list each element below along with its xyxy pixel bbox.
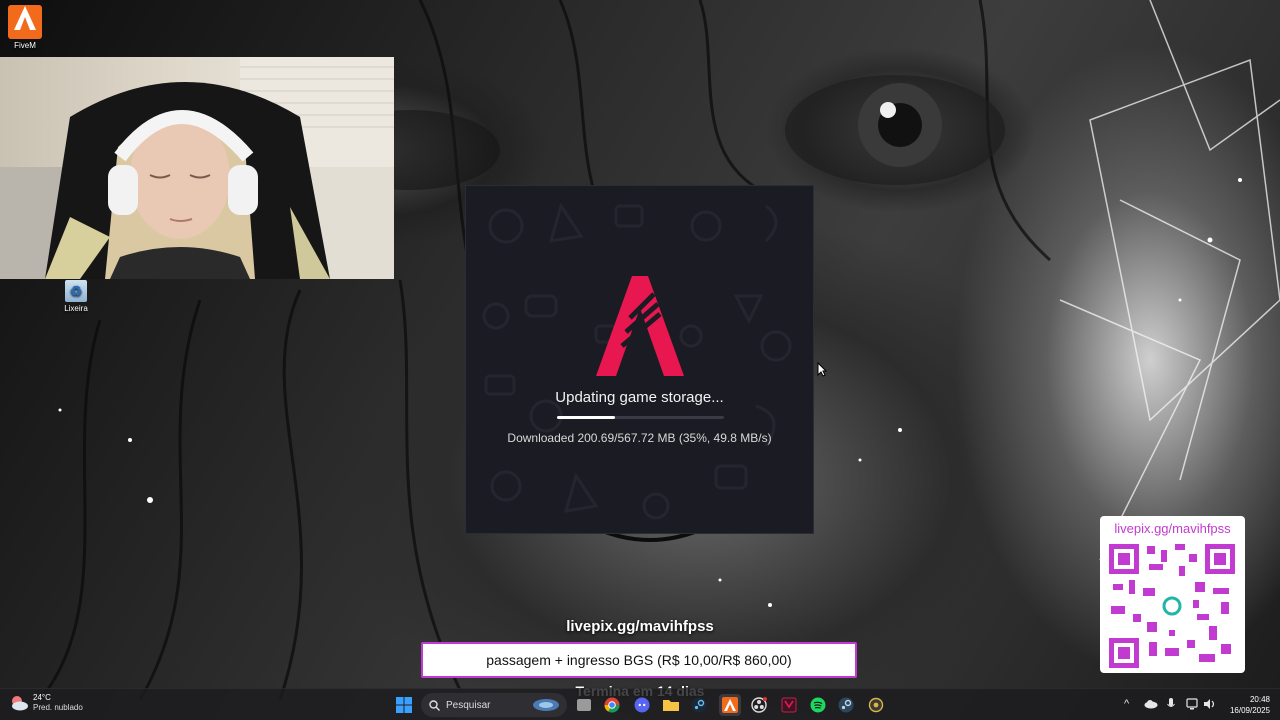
download-progress-bar [557,416,724,419]
recycle-bin-icon: ♻ [65,280,87,302]
fivem-logo [596,276,684,376]
taskbar-app-button[interactable] [778,694,800,716]
goal-url-label: livepix.gg/mavihfpss [566,618,714,635]
desktop-shortcut-fivem[interactable]: FiveM [0,5,55,50]
search-highlight-icon [533,699,559,711]
clock-date: 16/09/2025 [1229,706,1270,715]
steam-icon [691,697,707,713]
qr-code-icon [1109,544,1235,668]
volume-icon[interactable] [1203,698,1216,710]
clock-time: 20:48 [1249,695,1270,704]
taskbar-file-explorer-button[interactable] [573,694,595,716]
weather-cloud-icon [12,696,28,711]
taskbar-clock[interactable]: 20:48 16/09/2025 [1230,694,1270,716]
weather-widget[interactable]: 24°C Pred. nublado [10,693,83,713]
fivem-icon [8,5,42,39]
search-placeholder: Pesquisar [446,699,491,711]
desktop-shortcut-recycle-bin[interactable]: ♻ Lixeira [46,280,106,313]
chrome-icon [604,697,620,713]
taskbar-search-box[interactable]: Pesquisar [421,693,567,717]
fivem-update-dialog: Updating game storage... Downloaded 200.… [465,185,814,534]
desktop-shortcut-label: FiveM [14,41,36,50]
discord-icon [634,697,650,713]
weather-temperature: 24°C [33,693,51,702]
livepix-qr-card: livepix.gg/mavihfpss [1100,516,1245,673]
taskbar-steam-button-2[interactable] [835,694,857,716]
settings-icon [868,697,884,713]
taskbar-discord-button[interactable] [631,694,653,716]
fivem-icon [722,697,738,713]
mouse-cursor-icon [817,362,827,377]
network-icon[interactable] [1186,698,1198,710]
webcam-image [0,57,394,279]
qr-url-label: livepix.gg/mavihfpss [1114,521,1231,536]
taskbar-steam-button[interactable] [688,694,710,716]
taskbar-fivem-button[interactable] [719,694,741,716]
windows-start-icon [396,697,412,713]
donation-goal-text: passagem + ingresso BGS (R$ 10,00/R$ 860… [486,652,792,668]
start-button[interactable] [393,694,415,716]
taskbar-obs-button[interactable] [748,694,770,716]
search-icon [429,699,440,711]
taskbar-folder-button[interactable] [660,694,682,716]
steam-icon [838,697,854,713]
taskbar: 24°C Pred. nublado Pesquisar ^ 20:48 16/… [0,688,1280,720]
taskbar-settings-button[interactable] [865,694,887,716]
webcam-overlay [0,57,394,279]
spotify-icon [810,697,826,713]
download-progress-fill [557,416,616,419]
app-icon [781,697,797,713]
weather-description: Pred. nublado [33,703,83,712]
folder-icon [663,700,679,711]
donation-goal-box: passagem + ingresso BGS (R$ 10,00/R$ 860… [421,642,857,678]
update-status-text: Updating game storage... [555,389,724,406]
download-detail-text: Downloaded 200.69/567.72 MB (35%, 49.8 M… [507,431,772,445]
microphone-icon[interactable] [1167,698,1175,710]
obs-icon [751,697,767,713]
taskbar-spotify-button[interactable] [807,694,829,716]
onedrive-cloud-icon[interactable] [1144,699,1158,709]
desktop-shortcut-label: Lixeira [64,304,88,313]
tray-overflow-chevron-icon[interactable]: ^ [1124,698,1129,710]
taskbar-chrome-button[interactable] [601,694,623,716]
task-view-icon [577,699,591,711]
